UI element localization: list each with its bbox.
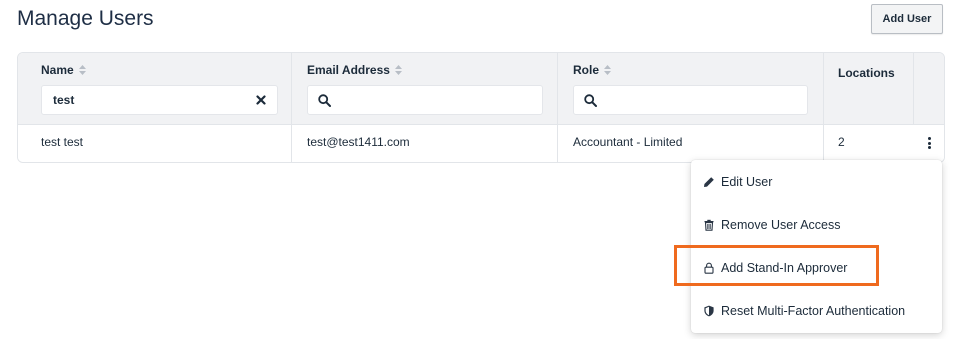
column-header-label: Locations (838, 66, 895, 80)
row-actions-menu-button[interactable] (922, 133, 936, 153)
kebab-dot (927, 146, 931, 149)
shield-icon (704, 305, 714, 317)
column-header-name[interactable]: Name (41, 63, 86, 77)
name-filter-field (41, 85, 278, 115)
column-header-label: Email Address (307, 63, 390, 77)
lock-icon (704, 262, 714, 274)
cell-name: test test (41, 135, 84, 149)
column-header-email[interactable]: Email Address (307, 63, 402, 77)
column-divider (913, 53, 914, 124)
column-divider (823, 53, 824, 124)
sort-icon[interactable] (604, 65, 612, 75)
pencil-icon (704, 177, 714, 187)
trash-icon (704, 219, 714, 231)
menu-item-label: Add Stand-In Approver (721, 261, 848, 275)
column-divider (557, 53, 558, 124)
menu-item-label: Remove User Access (721, 218, 841, 232)
menu-item-label: Reset Multi-Factor Authentication (721, 304, 906, 318)
column-divider (557, 125, 558, 162)
column-divider (291, 125, 292, 162)
table-header: Name Email Address Role (18, 53, 944, 124)
search-icon (318, 94, 331, 107)
cell-email: test@test1411.com (307, 135, 410, 149)
row-actions-menu: Edit User Remove User Access Add Stand-I… (691, 160, 942, 333)
menu-item-edit-user[interactable]: Edit User (691, 162, 942, 202)
menu-item-reset-mfa[interactable]: Reset Multi-Factor Authentication (691, 291, 942, 331)
clear-icon[interactable] (256, 95, 266, 105)
kebab-dot (927, 137, 931, 140)
cell-role: Accountant - Limited (573, 135, 683, 149)
cell-locations: 2 (838, 135, 845, 149)
users-table: Name Email Address Role (17, 52, 945, 163)
column-divider (823, 125, 824, 162)
column-divider (291, 53, 292, 124)
menu-item-add-stand-in-approver[interactable]: Add Stand-In Approver (691, 248, 942, 288)
column-header-label: Role (573, 63, 600, 77)
column-header-role[interactable]: Role (573, 63, 612, 77)
add-user-button[interactable]: Add User (871, 4, 943, 34)
kebab-dot (927, 141, 931, 145)
search-icon (584, 94, 597, 107)
menu-item-remove-user-access[interactable]: Remove User Access (691, 205, 942, 245)
sort-icon[interactable] (394, 65, 402, 75)
table-row[interactable]: test test test@test1411.com Accountant -… (18, 124, 944, 162)
menu-item-label: Edit User (721, 175, 773, 189)
name-filter-input[interactable] (53, 92, 243, 108)
column-header-locations: Locations (838, 66, 895, 80)
column-header-label: Name (41, 63, 74, 77)
role-filter-field[interactable] (573, 85, 808, 115)
sort-icon[interactable] (78, 65, 86, 75)
email-filter-field[interactable] (307, 85, 543, 115)
page-title: Manage Users (17, 7, 154, 30)
